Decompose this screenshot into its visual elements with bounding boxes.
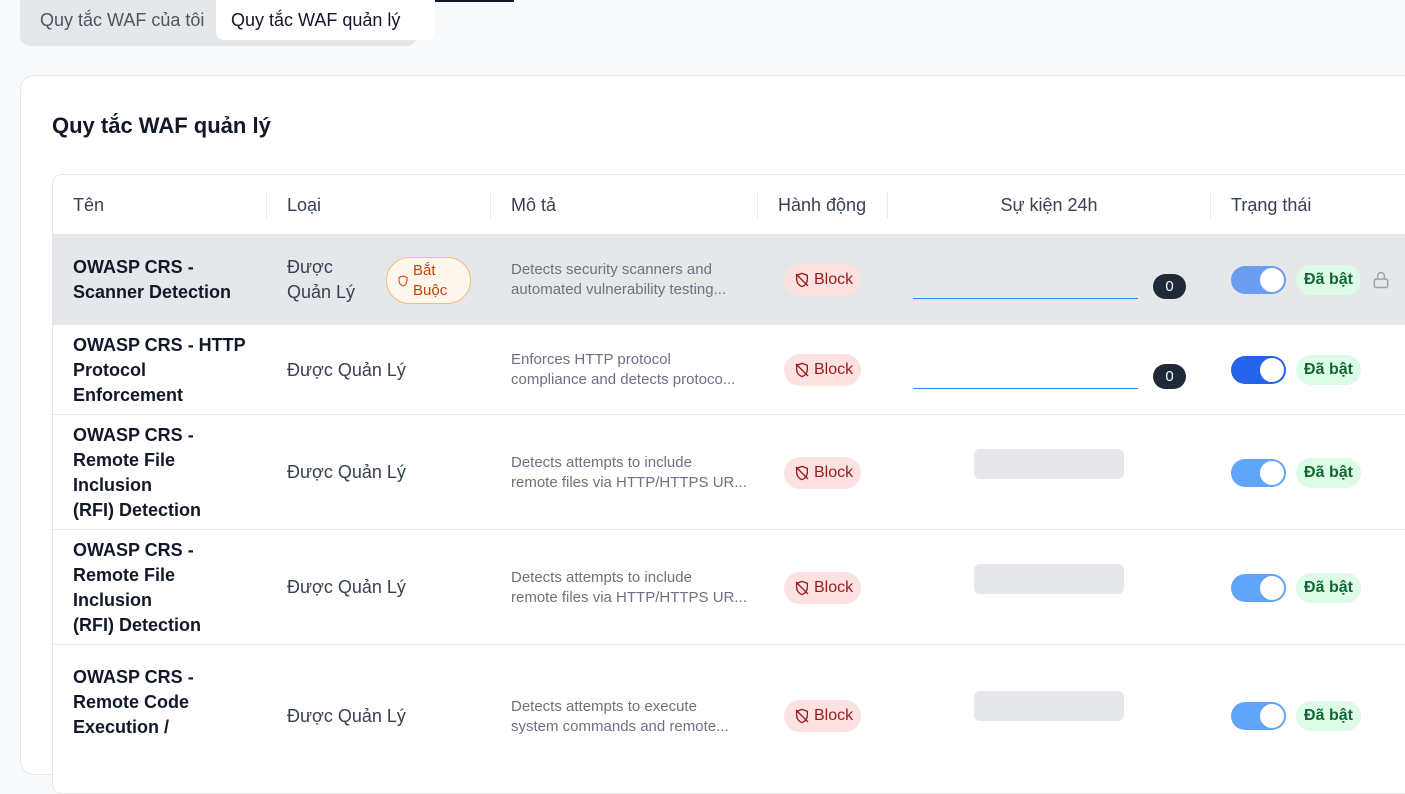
rule-description: Detects attempts to include remote files … <box>511 453 747 491</box>
status-toggle[interactable] <box>1231 702 1286 730</box>
header-type: Loại <box>287 194 322 215</box>
header-action: Hành động <box>778 194 867 215</box>
rule-description: Enforces HTTP protocol compliance and det… <box>511 351 736 388</box>
rule-name: OWASP CRS - Remote File Inclusion (RFI) De… <box>73 424 201 520</box>
events-loading-skeleton <box>974 691 1124 721</box>
header-status: Trạng thái <box>1231 194 1312 215</box>
rule-type: Được Quản Lý <box>287 577 406 597</box>
rule-description: Detects attempts to include remote files … <box>511 568 747 606</box>
status-badge: Đã bật <box>1296 458 1361 488</box>
rule-type: Được Quản Lý <box>287 706 406 726</box>
table-row[interactable]: OWASP CRS - Scanner Detection Được Quản Lý… <box>53 235 1405 325</box>
table-row[interactable]: OWASP CRS - Remote File Inclusion (RFI) De… <box>53 415 1405 530</box>
header-name: Tên <box>73 194 105 215</box>
action-block-badge: Block <box>784 572 861 604</box>
shield-off-icon <box>795 708 809 724</box>
events-loading-skeleton <box>974 449 1124 479</box>
rule-name: OWASP CRS - Remote Code Execution / <box>73 667 194 737</box>
events-sparkline <box>913 275 1138 299</box>
header-divider <box>1210 192 1211 218</box>
header-description: Mô tả <box>511 194 557 215</box>
rule-description: Detects attempts to execute system comman… <box>511 697 729 735</box>
status-badge: Đã bật <box>1296 265 1361 295</box>
required-badge: Bắt Buộc <box>386 257 471 304</box>
shield-off-icon <box>795 580 809 596</box>
shield-off-icon <box>795 465 809 481</box>
tab-my-waf-rules[interactable]: Quy tắc WAF của tôi <box>40 0 204 40</box>
tab-bar: Quy tắc WAF của tôi Quy tắc WAF quản lý <box>20 0 435 46</box>
events-loading-skeleton <box>974 564 1124 594</box>
rule-type: Được Quản Lý <box>287 359 406 380</box>
header-divider <box>490 192 491 218</box>
events-count-badge: 0 <box>1153 274 1186 299</box>
lock-icon <box>1373 271 1389 289</box>
status-toggle[interactable] <box>1231 459 1286 487</box>
table-row[interactable]: OWASP CRS - Remote File Inclusion (RFI) De… <box>53 530 1405 645</box>
table-header: Tên Loại Mô tả Hành động Sự kiện 24h Trạ… <box>53 175 1405 235</box>
action-block-badge: Block <box>784 354 861 386</box>
shield-icon <box>398 274 408 287</box>
managed-rules-card: Quy tắc WAF quản lý Tên Loại Mô tả Hành … <box>20 75 1405 794</box>
rule-name: OWASP CRS - Scanner Detection <box>73 257 232 302</box>
status-badge: Đã bật <box>1296 355 1361 385</box>
table-row[interactable]: OWASP CRS - HTTP Protocol Enforcement Đượ… <box>53 325 1405 415</box>
shield-off-icon <box>795 362 809 378</box>
shield-off-icon <box>795 272 809 288</box>
header-divider <box>757 192 758 218</box>
status-toggle[interactable] <box>1231 266 1286 294</box>
rule-type: Được Quản Lý <box>287 257 356 302</box>
status-toggle[interactable] <box>1231 574 1286 602</box>
rule-description: Detects security scanners and automated v… <box>511 261 727 298</box>
rule-name: OWASP CRS - HTTP Protocol Enforcement <box>73 334 246 405</box>
action-block-badge: Block <box>784 457 861 489</box>
header-divider <box>266 192 267 218</box>
action-block-badge: Block <box>784 264 861 296</box>
page-title: Quy tắc WAF quản lý <box>52 113 271 138</box>
header-events-24h: Sự kiện 24h <box>1000 194 1098 215</box>
rule-type: Được Quản Lý <box>287 462 406 482</box>
rule-name: OWASP CRS - Remote File Inclusion (RFI) De… <box>73 539 201 635</box>
table-row[interactable]: OWASP CRS - Remote Code Execution / Được Q… <box>53 645 1405 793</box>
events-count-badge: 0 <box>1153 364 1186 389</box>
status-badge: Đã bật <box>1296 573 1361 603</box>
tab-managed-waf-rules[interactable]: Quy tắc WAF quản lý <box>216 0 435 40</box>
action-block-badge: Block <box>784 700 861 732</box>
status-badge: Đã bật <box>1296 701 1361 731</box>
status-toggle[interactable] <box>1231 356 1286 384</box>
rules-table: Tên Loại Mô tả Hành động Sự kiện 24h Trạ… <box>52 174 1405 794</box>
events-sparkline <box>913 365 1138 389</box>
